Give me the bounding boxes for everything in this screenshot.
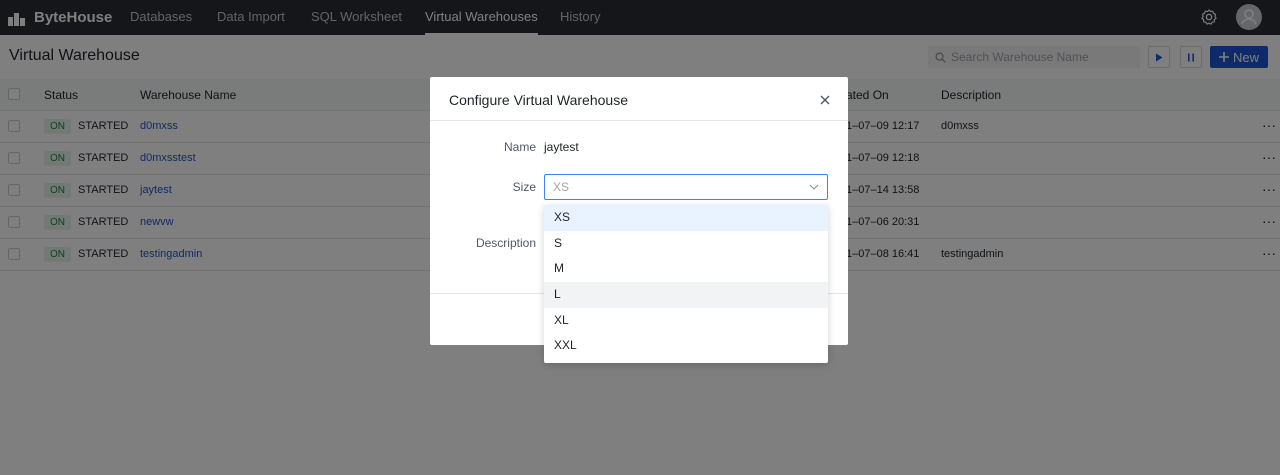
size-option-s[interactable]: S (544, 231, 828, 257)
size-dropdown: XS S M L XL XXL (544, 205, 828, 363)
size-option-xl[interactable]: XL (544, 308, 828, 334)
close-icon[interactable] (818, 93, 832, 107)
dialog-title: Configure Virtual Warehouse (449, 92, 628, 108)
size-select-value: XS (553, 180, 570, 194)
chevron-down-icon (809, 184, 819, 190)
size-option-l[interactable]: L (544, 282, 828, 308)
name-label: Name (503, 140, 536, 154)
description-label: Description (475, 236, 536, 250)
size-option-m[interactable]: M (544, 256, 828, 282)
dialog-divider (430, 120, 848, 121)
name-value: jaytest (544, 140, 579, 154)
size-option-xxl[interactable]: XXL (544, 333, 828, 359)
size-label: Size (512, 180, 536, 194)
size-option-xs[interactable]: XS (544, 205, 828, 231)
size-select[interactable]: XS (544, 174, 828, 200)
